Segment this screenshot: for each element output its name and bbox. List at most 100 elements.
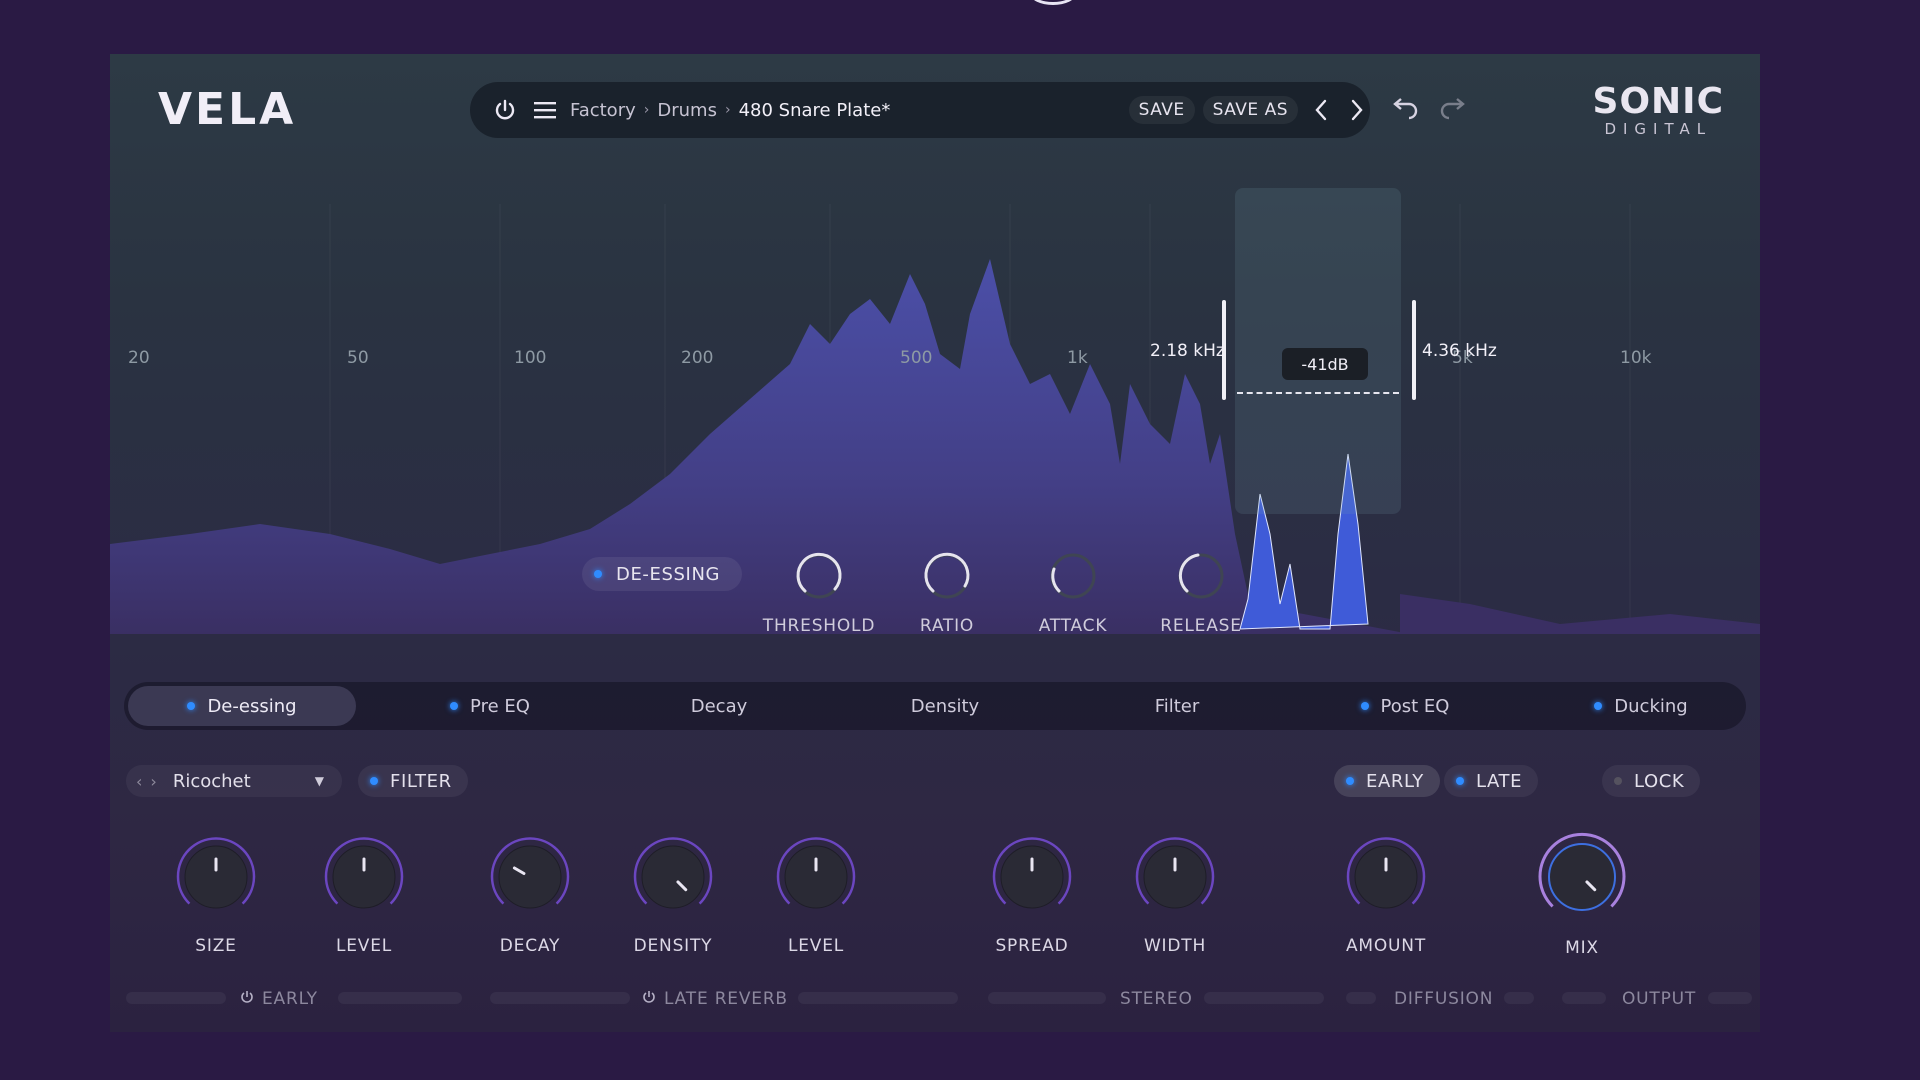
decay-knob[interactable] [480,827,580,927]
freq-label-1k: 1k [1067,348,1088,368]
ratio-label: RATIO [919,616,975,636]
status-dot [1360,702,1369,710]
mix-knob[interactable] [1532,827,1632,927]
breadcrumb-factory[interactable]: Factory [570,100,636,121]
chevron-right-icon: › [724,102,731,118]
filter-toggle-label: FILTER [390,770,452,792]
filter-toggle[interactable]: FILTER [358,765,468,797]
density-label: DENSITY [633,936,713,956]
status-dot [594,570,602,578]
deessing-toggle[interactable]: DE-ESSING [582,557,743,591]
preset-name: Ricochet [172,770,251,792]
tab-decay[interactable]: Decay [639,686,799,726]
ratio-knob[interactable] [922,551,972,601]
status-dot [1456,777,1464,785]
tab-de-essing[interactable]: De-essing [128,686,356,726]
freq-label-10k: 10k [1620,348,1652,368]
spread-knob[interactable] [982,827,1082,927]
chevron-left-icon[interactable] [1308,95,1334,125]
lock-toggle[interactable]: LOCK [1602,765,1701,797]
tab-label: Pre EQ [470,695,530,717]
breadcrumb: Factory › Drums › 480 Snare Plate* [570,100,890,121]
section-label: DIFFUSION [1394,989,1494,1009]
early-toggle-label: EARLY [1366,770,1424,792]
section-divider [338,992,462,1004]
save-as-button[interactable]: SAVE AS [1202,96,1298,124]
section-divider [126,992,226,1004]
section-divider [1346,992,1376,1004]
tab-filter[interactable]: Filter [1097,686,1257,726]
chevron-right-icon[interactable] [1344,95,1370,125]
brand-name: SONIC [1592,81,1724,122]
caret-down-icon[interactable]: ▼ [315,774,324,788]
tab-label: De-essing [207,695,297,717]
section-divider [1708,992,1752,1004]
section-early: EARLY [240,989,318,1009]
release-knob[interactable] [1176,551,1226,601]
band-low-freq: 2.18 kHz [1150,341,1225,361]
chevron-right-icon[interactable]: › [150,772,156,791]
tab-label: Filter [1154,695,1200,717]
tab-label: Density [910,695,980,717]
power-icon[interactable] [240,989,254,1009]
section-divider [798,992,958,1004]
freq-label-50: 50 [347,348,369,368]
status-dot [1614,777,1622,785]
density-knob[interactable] [623,827,723,927]
attack-label: ATTACK [1038,616,1108,636]
size-knob[interactable] [166,827,266,927]
redo-icon[interactable] [1438,94,1468,124]
mix-label: MIX [1565,938,1599,958]
chevron-left-icon[interactable]: ‹ [136,772,142,791]
early-toggle[interactable]: EARLY [1334,765,1440,797]
tab-density[interactable]: Density [865,686,1025,726]
status-dot [370,777,378,785]
sonic-digital-logo: SONIC DIGITAL [1592,81,1724,139]
power-icon[interactable] [492,97,518,123]
preset-selector[interactable]: ‹ › Ricochet ▼ [126,765,342,797]
late-toggle[interactable]: LATE [1444,765,1539,797]
threshold-knob[interactable] [794,551,844,601]
amount-knob[interactable] [1336,827,1436,927]
section-label: EARLY [262,989,318,1009]
threshold-label: THRESHOLD [762,616,876,636]
section-label: STEREO [1120,989,1193,1009]
save-button[interactable]: SAVE [1128,96,1195,124]
breadcrumb-drums[interactable]: Drums [657,100,717,121]
late-toggle-label: LATE [1476,770,1523,792]
deessing-toggle-label: DE-ESSING [616,563,721,585]
release-label: RELEASE [1160,616,1242,636]
power-icon[interactable] [642,989,656,1009]
status-dot [450,702,459,710]
status-dot [187,702,196,710]
threshold-line[interactable] [1237,392,1399,394]
width-knob[interactable] [1125,827,1225,927]
tab-post-eq[interactable]: Post EQ [1325,686,1485,726]
level-early-label: LEVEL [335,936,393,956]
plugin-window: VELA Factory › Drums › 480 Snare Plate* … [110,54,1760,1032]
level-early-knob[interactable] [314,827,414,927]
tab-label: Decay [690,695,748,717]
brand-subtitle: DIGITAL [1604,120,1713,138]
tab-label: Ducking [1614,695,1688,717]
lock-toggle-label: LOCK [1634,770,1685,792]
vela-logo: VELA [158,84,297,135]
tab-pre-eq[interactable]: Pre EQ [410,686,570,726]
preset-toolbar: Factory › Drums › 480 Snare Plate* SAVE … [470,82,1370,138]
section-stereo: STEREO [1120,989,1193,1009]
tab-ducking[interactable]: Ducking [1561,686,1721,726]
attack-knob[interactable] [1048,551,1098,601]
status-dot [1594,702,1603,710]
section-divider [988,992,1106,1004]
hamburger-menu-icon[interactable] [532,97,558,123]
undo-icon[interactable] [1390,94,1420,124]
size-label: SIZE [195,936,237,956]
freq-label-20: 20 [128,348,150,368]
spread-label: SPREAD [995,936,1069,956]
level-late-knob[interactable] [766,827,866,927]
section-label: OUTPUT [1622,989,1697,1009]
module-tabs: De-essing Pre EQ Decay Density Filter Po… [124,682,1746,730]
breadcrumb-preset[interactable]: 480 Snare Plate* [739,100,891,121]
freq-label-200: 200 [681,348,714,368]
band-high-handle[interactable] [1412,300,1416,400]
